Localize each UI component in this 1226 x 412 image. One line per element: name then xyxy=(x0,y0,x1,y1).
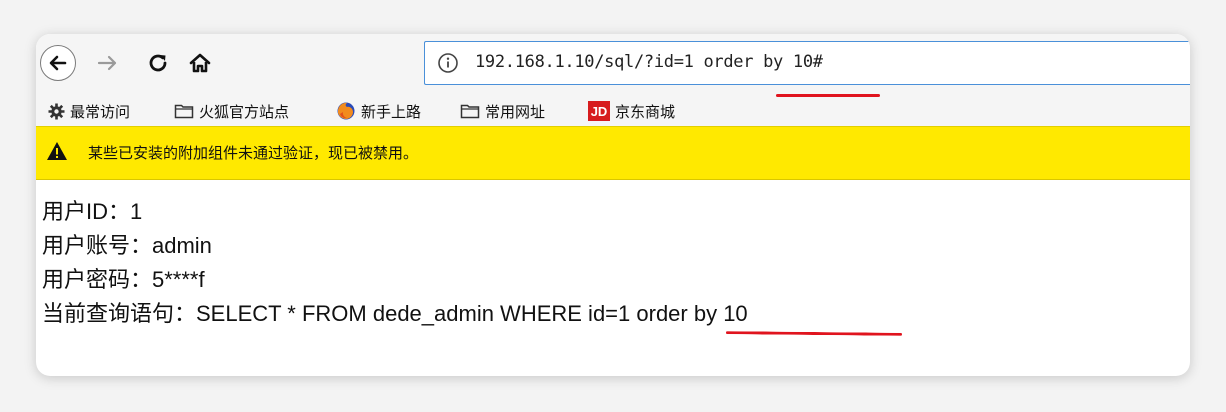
bookmark-label: 京东商城 xyxy=(615,102,676,121)
back-button[interactable] xyxy=(40,45,76,81)
warning-text: 某些已安装的附加组件未通过验证，现已被禁用。 xyxy=(88,144,419,162)
home-button[interactable] xyxy=(182,45,218,81)
warning-notification-bar: 某些已安装的附加组件未通过验证，现已被禁用。 xyxy=(36,126,1190,180)
gear-icon xyxy=(48,103,65,119)
jd-logo-icon: JD xyxy=(588,101,610,121)
firefox-icon xyxy=(337,102,355,120)
bookmark-getting-started[interactable]: 新手上路 xyxy=(336,100,421,122)
jd-logo-text: JD xyxy=(591,104,608,119)
navigation-toolbar: 192.168.1.10/sql/?id=1 order by 10# xyxy=(36,34,1190,96)
back-arrow-icon xyxy=(49,55,67,71)
url-annotation-underline xyxy=(776,94,880,97)
bookmark-common-sites[interactable]: 常用网址 xyxy=(460,100,545,122)
bookmark-label: 常用网址 xyxy=(485,102,546,121)
user-password-line: 用户密码：5****f xyxy=(42,267,205,292)
info-icon[interactable] xyxy=(437,52,459,74)
query-statement-line: 当前查询语句：SELECT * FROM dede_admin WHERE id… xyxy=(42,301,748,326)
forward-arrow-icon xyxy=(97,55,117,71)
forward-button[interactable] xyxy=(90,45,126,81)
folder-icon xyxy=(460,104,480,119)
user-account-line: 用户账号：admin xyxy=(42,233,212,258)
bookmark-firefox-site[interactable]: 火狐官方站点 xyxy=(174,100,289,122)
bookmark-label: 火狐官方站点 xyxy=(199,102,290,121)
bookmark-most-visited[interactable]: 最常访问 xyxy=(48,100,130,122)
bookmark-label: 新手上路 xyxy=(361,102,422,121)
bookmark-label: 最常访问 xyxy=(70,102,131,121)
bookmark-jd[interactable]: JD 京东商城 xyxy=(588,100,675,122)
user-id-line: 用户ID：1 xyxy=(42,199,143,224)
bookmarks-toolbar: 最常访问 火狐官方站点 新手上路 常用网址 JD 京东商城 xyxy=(36,96,1190,126)
url-bar[interactable]: 192.168.1.10/sql/?id=1 order by 10# xyxy=(424,41,1190,85)
home-icon xyxy=(189,53,211,73)
folder-icon xyxy=(174,104,194,119)
warning-icon xyxy=(47,142,67,160)
browser-window: 192.168.1.10/sql/?id=1 order by 10# 最常访问 xyxy=(36,34,1190,376)
reload-icon xyxy=(149,54,167,72)
reload-button[interactable] xyxy=(140,45,176,81)
url-text[interactable]: 192.168.1.10/sql/?id=1 order by 10# xyxy=(475,52,823,72)
